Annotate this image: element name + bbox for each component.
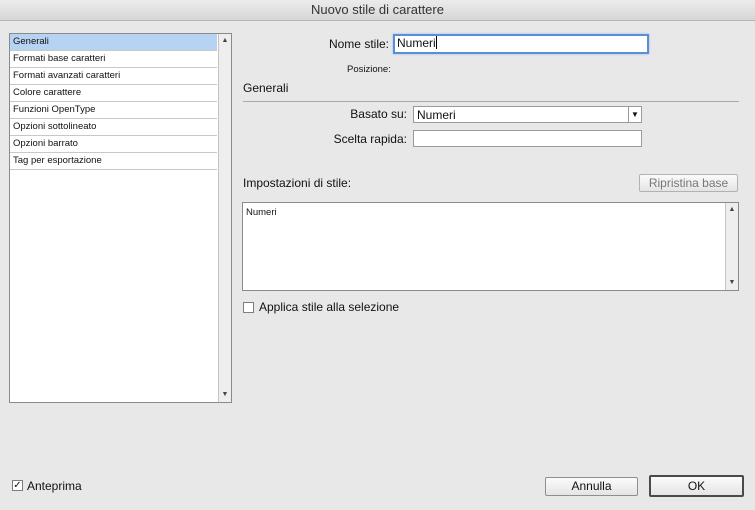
sidebar-item-sottolineato[interactable]: Opzioni sottolineato: [10, 119, 217, 136]
style-settings-scrollbar[interactable]: ▲ ▼: [725, 203, 738, 290]
sidebar-item-formati-base[interactable]: Formati base caratteri: [10, 51, 217, 68]
apply-style-checkbox[interactable]: [243, 302, 254, 313]
style-name-label: Nome stile:: [328, 37, 389, 51]
section-title: Generali: [243, 81, 289, 95]
preview-checkbox[interactable]: ✓: [12, 480, 23, 491]
style-settings-box[interactable]: Numeri ▲ ▼: [242, 202, 739, 291]
category-list-items: Generali Formati base caratteri Formati …: [10, 34, 217, 170]
window-title: Nuovo stile di carattere: [0, 0, 755, 21]
scroll-up-arrow-icon[interactable]: ▲: [219, 35, 231, 47]
reset-base-button[interactable]: Ripristina base: [639, 174, 738, 192]
based-on-value: Numeri: [417, 108, 456, 122]
checkmark-icon: ✓: [13, 480, 22, 491]
style-settings-text: Numeri: [246, 207, 277, 218]
based-on-label: Basato su:: [350, 107, 407, 121]
shortcut-input[interactable]: [413, 130, 642, 147]
ok-button[interactable]: OK: [649, 475, 744, 497]
scroll-down-arrow-icon[interactable]: ▼: [726, 277, 738, 289]
scroll-down-arrow-icon[interactable]: ▼: [219, 389, 231, 401]
category-list[interactable]: Generali Formati base caratteri Formati …: [9, 33, 232, 403]
preview-label: Anteprima: [27, 479, 82, 493]
sidebar-item-colore[interactable]: Colore carattere: [10, 85, 217, 102]
style-name-input[interactable]: Numeri: [393, 34, 649, 54]
text-caret: [435, 36, 437, 49]
dropdown-arrow-icon[interactable]: ▼: [628, 107, 641, 122]
sidebar-item-opentype[interactable]: Funzioni OpenType: [10, 102, 217, 119]
section-divider: [243, 101, 739, 102]
apply-style-label: Applica stile alla selezione: [259, 300, 400, 314]
shortcut-label: Scelta rapida:: [333, 132, 407, 146]
sidebar-item-formati-avanzati[interactable]: Formati avanzati caratteri: [10, 68, 217, 85]
sidebar-item-generali[interactable]: Generali: [10, 34, 217, 51]
style-settings-label: Impostazioni di stile:: [243, 176, 352, 190]
based-on-select[interactable]: Numeri ▼: [413, 106, 642, 123]
scroll-up-arrow-icon[interactable]: ▲: [726, 204, 738, 216]
sidebar-item-barrato[interactable]: Opzioni barrato: [10, 136, 217, 153]
cancel-button[interactable]: Annulla: [545, 477, 638, 496]
style-name-value: Numeri: [397, 36, 436, 50]
sidebar-item-tag-esportazione[interactable]: Tag per esportazione: [10, 153, 217, 170]
category-list-scrollbar[interactable]: ▲ ▼: [218, 34, 231, 402]
position-label: Posizione:: [347, 64, 391, 75]
